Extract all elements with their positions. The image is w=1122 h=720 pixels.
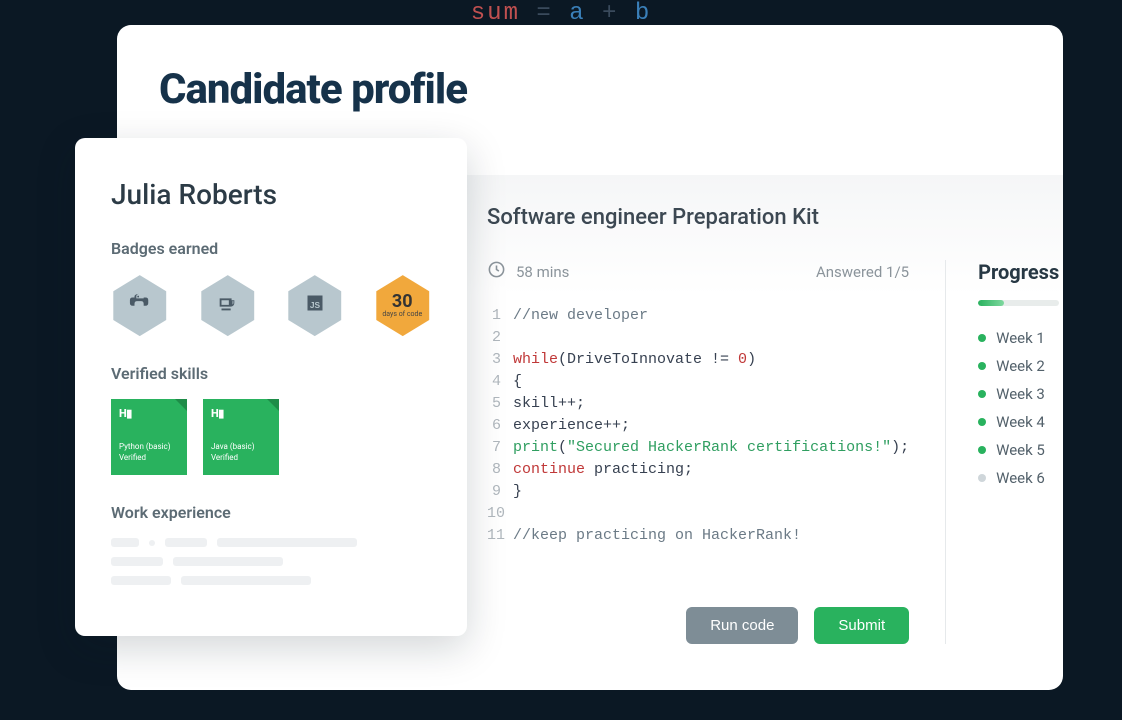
clock-icon	[487, 260, 506, 283]
code-editor[interactable]: 1//new developer23while(DriveToInnovate …	[487, 305, 909, 547]
week-label: Week 3	[996, 385, 1045, 403]
line-number: 7	[487, 437, 513, 459]
code-line[interactable]: 1//new developer	[487, 305, 909, 327]
badge-js[interactable]: JS	[286, 274, 344, 336]
work-experience-label: Work experience	[111, 503, 431, 522]
answered-text: Answered 1/5	[816, 263, 909, 281]
line-number: 9	[487, 481, 513, 503]
week-item[interactable]: Week 5	[978, 436, 1059, 464]
line-content: {	[513, 371, 522, 393]
badges-label: Badges earned	[111, 239, 431, 258]
code-line[interactable]: 8continue practicing;	[487, 459, 909, 481]
line-content: }	[513, 481, 522, 503]
line-content: continue practicing;	[513, 459, 693, 481]
progress-sidebar: Progress Week 1 Week 2 Week 3 Week 4 Week 5 W…	[945, 260, 1059, 644]
week-label: Week 6	[996, 469, 1045, 487]
line-number: 8	[487, 459, 513, 481]
run-code-button[interactable]: Run code	[686, 607, 798, 644]
week-item[interactable]: Week 4	[978, 408, 1059, 436]
page-title: Candidate profile	[159, 65, 1021, 114]
skill-name: Java (basic)	[211, 442, 271, 451]
skill-card[interactable]: H▮ Python (basic) Verified	[111, 399, 187, 475]
line-number: 5	[487, 393, 513, 415]
line-number: 2	[487, 327, 513, 349]
line-number: 6	[487, 415, 513, 437]
code-line[interactable]: 5skill++;	[487, 393, 909, 415]
line-number: 4	[487, 371, 513, 393]
profile-card: Julia Roberts Badges earned JS 30 days o	[75, 138, 467, 636]
skill-logo: H▮	[119, 407, 179, 420]
badges-row: JS 30 days of code	[111, 274, 431, 336]
java-icon	[216, 292, 238, 318]
line-content: print("Secured HackerRank certifications…	[513, 437, 909, 459]
line-content: skill++;	[513, 393, 585, 415]
week-item[interactable]: Week 1	[978, 324, 1059, 352]
status-dot-icon	[978, 390, 986, 398]
badge-30-sub: days of code	[382, 311, 422, 318]
line-number: 3	[487, 349, 513, 371]
background-code-hint: sum = a + b	[471, 0, 651, 27]
status-dot-icon	[978, 334, 986, 342]
progress-bar	[978, 300, 1059, 306]
week-label: Week 4	[996, 413, 1045, 431]
prep-kit-title: Software engineer Preparation Kit	[487, 205, 1023, 230]
preparation-kit-panel: Software engineer Preparation Kit 58 min…	[447, 175, 1063, 680]
week-item[interactable]: Week 2	[978, 352, 1059, 380]
badge-python[interactable]	[111, 274, 169, 336]
candidate-name: Julia Roberts	[111, 178, 431, 211]
verified-skills-label: Verified skills	[111, 364, 431, 383]
skill-verified: Verified	[119, 453, 179, 462]
week-item[interactable]: Week 6	[978, 464, 1059, 492]
badge-30-number: 30	[382, 293, 422, 311]
python-icon	[129, 292, 151, 318]
skill-verified: Verified	[211, 453, 271, 462]
duration-text: 58 mins	[516, 263, 569, 281]
week-label: Week 2	[996, 357, 1045, 375]
js-icon: JS	[305, 293, 325, 317]
work-experience-placeholder	[111, 538, 431, 585]
code-line[interactable]: 6experience++;	[487, 415, 909, 437]
week-item[interactable]: Week 3	[978, 380, 1059, 408]
badge-30-days[interactable]: 30 days of code	[374, 274, 432, 336]
code-line[interactable]: 2	[487, 327, 909, 349]
progress-title: Progress	[978, 260, 1059, 284]
line-number: 11	[487, 525, 513, 547]
week-label: Week 5	[996, 441, 1045, 459]
status-dot-icon	[978, 362, 986, 370]
line-content: experience++;	[513, 415, 630, 437]
line-content: while(DriveToInnovate != 0)	[513, 349, 756, 371]
prep-meta-row: 58 mins Answered 1/5	[487, 260, 909, 283]
skill-card[interactable]: H▮ Java (basic) Verified	[203, 399, 279, 475]
line-content: //new developer	[513, 305, 648, 327]
code-line[interactable]: 4{	[487, 371, 909, 393]
code-line[interactable]: 9}	[487, 481, 909, 503]
skill-name: Python (basic)	[119, 442, 179, 451]
code-line[interactable]: 10	[487, 503, 909, 525]
week-label: Week 1	[996, 329, 1045, 347]
line-number: 1	[487, 305, 513, 327]
status-dot-icon	[978, 418, 986, 426]
line-number: 10	[487, 503, 513, 525]
status-dot-icon	[978, 474, 986, 482]
line-content: //keep practicing on HackerRank!	[513, 525, 801, 547]
skill-logo: H▮	[211, 407, 271, 420]
code-line[interactable]: 7print("Secured HackerRank certification…	[487, 437, 909, 459]
code-line[interactable]: 3while(DriveToInnovate != 0)	[487, 349, 909, 371]
badge-java[interactable]	[199, 274, 257, 336]
svg-text:JS: JS	[310, 300, 321, 310]
code-line[interactable]: 11//keep practicing on HackerRank!	[487, 525, 909, 547]
submit-button[interactable]: Submit	[814, 607, 909, 644]
status-dot-icon	[978, 446, 986, 454]
